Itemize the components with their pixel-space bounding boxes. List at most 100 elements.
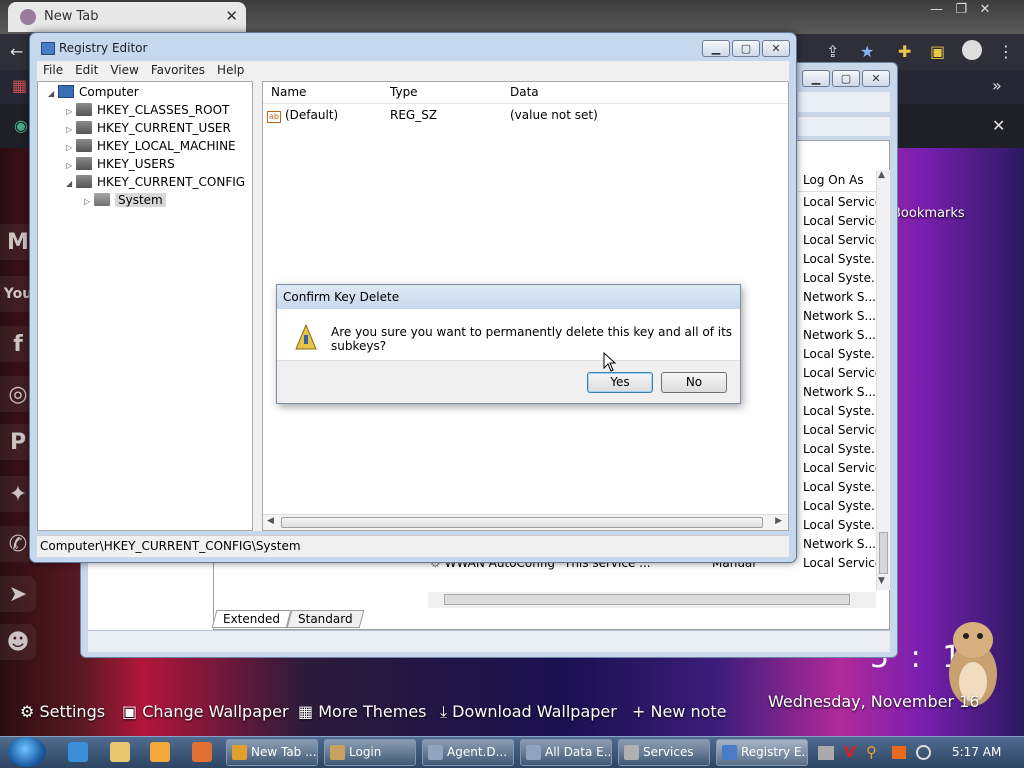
minimize-icon[interactable]: ▁	[802, 70, 830, 87]
log-on-as-cell[interactable]: Local Service	[798, 194, 876, 213]
no-button[interactable]: No	[661, 372, 727, 393]
pane-splitter[interactable]	[253, 81, 262, 531]
network-icon[interactable]	[916, 745, 931, 760]
close-icon[interactable]: ✕	[862, 70, 890, 87]
services-vertical-scrollbar[interactable]: ▲ ▼	[876, 170, 890, 590]
services-horizontal-scrollbar[interactable]	[428, 592, 876, 608]
menu-view[interactable]: View	[104, 61, 144, 79]
close-icon[interactable]: ✕	[762, 40, 790, 57]
minimize-icon[interactable]: —	[930, 2, 943, 17]
log-on-as-cell[interactable]: Local Syste...	[798, 479, 876, 498]
log-on-as-cell[interactable]: Local Syste...	[798, 517, 876, 536]
log-on-as-cell[interactable]: Local Service	[798, 460, 876, 479]
column-header-data[interactable]: Data	[510, 85, 539, 99]
tree-item-hkey-current-config[interactable]: ◢ HKEY_CURRENT_CONFIG	[66, 173, 245, 191]
share-icon[interactable]: ⇪	[826, 42, 839, 61]
taskbar-item-new-tab[interactable]: New Tab ...	[226, 739, 318, 766]
close-icon[interactable]: ✕	[979, 2, 990, 17]
back-icon[interactable]: ←	[10, 42, 23, 61]
tree-item-system[interactable]: ▷ System	[84, 191, 166, 209]
log-on-as-cell[interactable]: Local Syste...	[798, 251, 876, 270]
log-on-as-cell[interactable]: Network S...	[798, 289, 876, 308]
scroll-up-icon[interactable]: ▲	[878, 170, 885, 180]
column-header-name[interactable]: Name	[271, 85, 306, 99]
taskbar-item-registry-editor[interactable]: Registry E...	[716, 739, 808, 766]
tree-item-computer[interactable]: ◢ Computer	[48, 83, 139, 101]
scroll-thumb[interactable]	[879, 532, 888, 574]
yes-button[interactable]: Yes	[587, 372, 653, 393]
tray-clock[interactable]: 5:17 AM	[952, 745, 1001, 759]
search-icon[interactable]: ⚲	[866, 743, 877, 761]
maximize-icon[interactable]: ▢	[732, 40, 760, 57]
scroll-thumb[interactable]	[444, 594, 850, 605]
tab-extended[interactable]: Extended	[211, 610, 292, 628]
tray-app-icon[interactable]	[818, 746, 834, 760]
telegram-icon[interactable]: ➤	[0, 576, 36, 612]
horizontal-scrollbar[interactable]: ◀ ▶	[263, 514, 788, 530]
ie-icon[interactable]	[68, 742, 88, 762]
settings-link[interactable]: ⚙ Settings	[20, 702, 105, 721]
menu-dots-icon[interactable]: ⋮	[998, 42, 1014, 61]
media-player-icon[interactable]	[150, 742, 170, 762]
log-on-as-cell[interactable]: Local Syste...	[798, 346, 876, 365]
tree-item-hkey-local-machine[interactable]: ▷ HKEY_LOCAL_MACHINE	[66, 137, 236, 155]
extensions-icon[interactable]: ✚	[898, 42, 911, 61]
log-on-as-cell[interactable]: Network S...	[798, 308, 876, 327]
star-icon[interactable]: ★	[860, 42, 874, 61]
scroll-thumb[interactable]	[281, 517, 763, 528]
log-on-as-cell[interactable]: Local Service	[798, 365, 876, 384]
taskbar-item-all-data[interactable]: All Data E...	[520, 739, 612, 766]
more-themes-link[interactable]: ▦ More Themes	[298, 702, 427, 721]
explorer-icon[interactable]	[110, 742, 130, 762]
new-note-link[interactable]: + New note	[632, 702, 727, 721]
tab-standard[interactable]: Standard	[286, 610, 364, 628]
minimize-icon[interactable]: ▁	[702, 40, 730, 57]
scroll-down-icon[interactable]: ▼	[878, 576, 885, 586]
log-on-as-cell[interactable]: Network S...	[798, 327, 876, 346]
maximize-icon[interactable]: ❐	[955, 2, 967, 17]
column-header-type[interactable]: Type	[390, 85, 418, 99]
taskbar-item-services[interactable]: Services	[618, 739, 710, 766]
log-on-as-cell[interactable]: Local Service	[798, 232, 876, 251]
log-on-as-cell[interactable]: Local Syste...	[798, 403, 876, 422]
antivirus-icon[interactable]: V	[844, 743, 856, 761]
app-icon[interactable]	[192, 742, 212, 762]
apps-icon[interactable]: ▦	[12, 76, 27, 95]
menu-edit[interactable]: Edit	[69, 61, 104, 79]
log-on-as-cell[interactable]: Local Syste...	[798, 270, 876, 289]
log-on-as-cell[interactable]: Network S...	[798, 384, 876, 403]
taskbar-item-agent[interactable]: Agent.D...	[422, 739, 514, 766]
start-button[interactable]	[8, 737, 46, 767]
collapse-arrow-icon[interactable]: ◢	[48, 85, 58, 103]
menu-favorites[interactable]: Favorites	[145, 61, 211, 79]
menu-help[interactable]: Help	[211, 61, 250, 79]
log-on-as-cell[interactable]: Local Syste...	[798, 441, 876, 460]
tray-app-icon[interactable]	[892, 746, 906, 759]
browser-tab[interactable]: New Tab ✕	[8, 2, 246, 32]
log-on-as-cell[interactable]: Network S...	[798, 536, 876, 555]
close-tab-icon[interactable]: ✕	[225, 7, 238, 25]
taskbar-item-login[interactable]: Login	[324, 739, 416, 766]
log-on-as-cell[interactable]: Local Service	[798, 213, 876, 232]
tree-item-hkey-classes-root[interactable]: ▷ HKEY_CLASSES_ROOT	[66, 101, 229, 119]
log-on-as-cell[interactable]: Local Service	[798, 422, 876, 441]
change-wallpaper-link[interactable]: ▣ Change Wallpaper	[122, 702, 289, 721]
scroll-left-icon[interactable]: ◀	[267, 516, 274, 526]
collapse-arrow-icon[interactable]: ◢	[66, 175, 76, 193]
bookmarks-link[interactable]: Bookmarks	[892, 206, 965, 221]
maximize-icon[interactable]: ▢	[832, 70, 860, 87]
tree-item-hkey-current-user[interactable]: ▷ HKEY_CURRENT_USER	[66, 119, 231, 137]
more-bookmarks-icon[interactable]: »	[992, 76, 1002, 95]
scroll-right-icon[interactable]: ▶	[775, 516, 782, 526]
list-item[interactable]: ab (Default) REG_SZ (value not set)	[267, 108, 782, 126]
profile-avatar-icon[interactable]	[962, 40, 982, 60]
expand-arrow-icon[interactable]: ▷	[84, 193, 94, 211]
download-wallpaper-link[interactable]: ⤓ Download Wallpaper	[440, 702, 617, 722]
log-on-as-cell[interactable]: Local Service	[798, 555, 876, 574]
reddit-icon[interactable]: ☻	[0, 624, 36, 660]
menu-file[interactable]: File	[37, 61, 69, 79]
ntp-close-icon[interactable]: ✕	[992, 116, 1005, 135]
log-on-as-cell[interactable]: Local Syste...	[798, 498, 876, 517]
tree-item-hkey-users[interactable]: ▷ HKEY_USERS	[66, 155, 175, 173]
sidepanel-icon[interactable]: ▣	[930, 42, 945, 61]
